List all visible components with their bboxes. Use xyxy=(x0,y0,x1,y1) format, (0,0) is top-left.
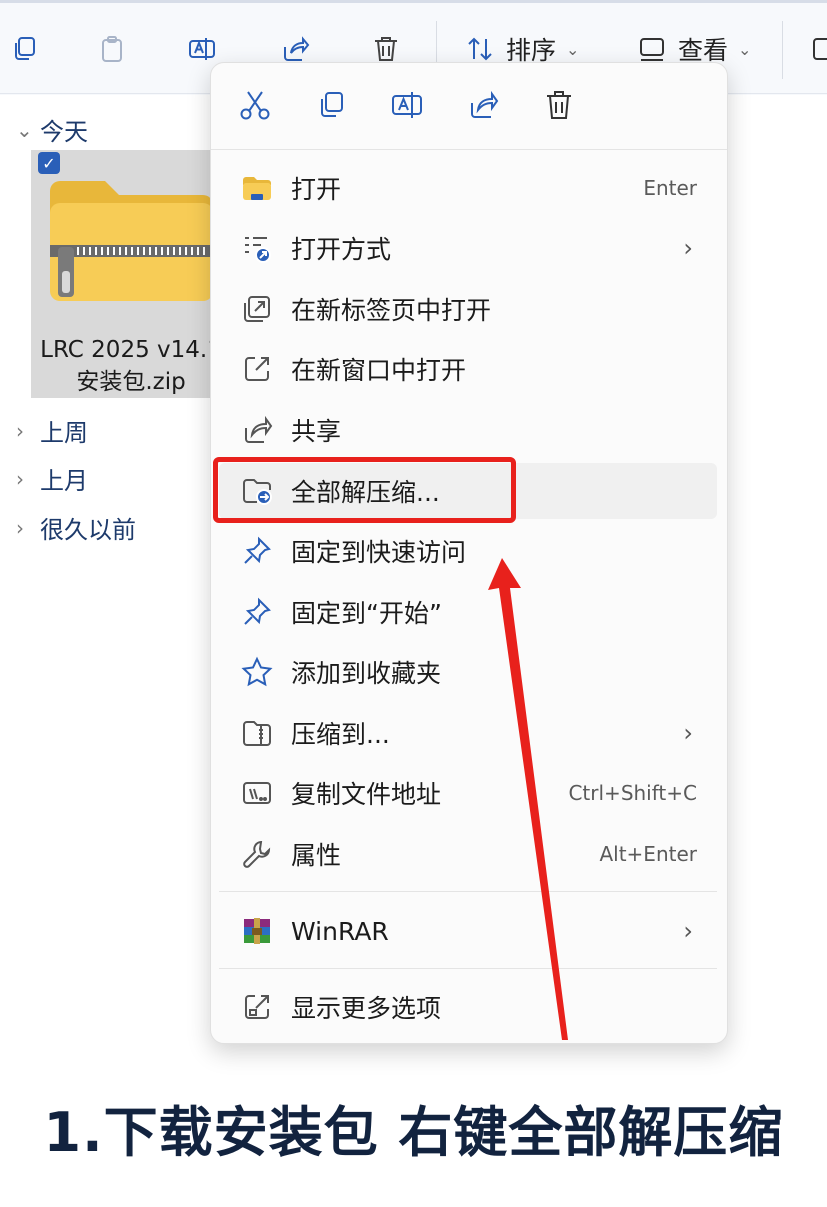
annotation-arrow xyxy=(488,558,568,1040)
